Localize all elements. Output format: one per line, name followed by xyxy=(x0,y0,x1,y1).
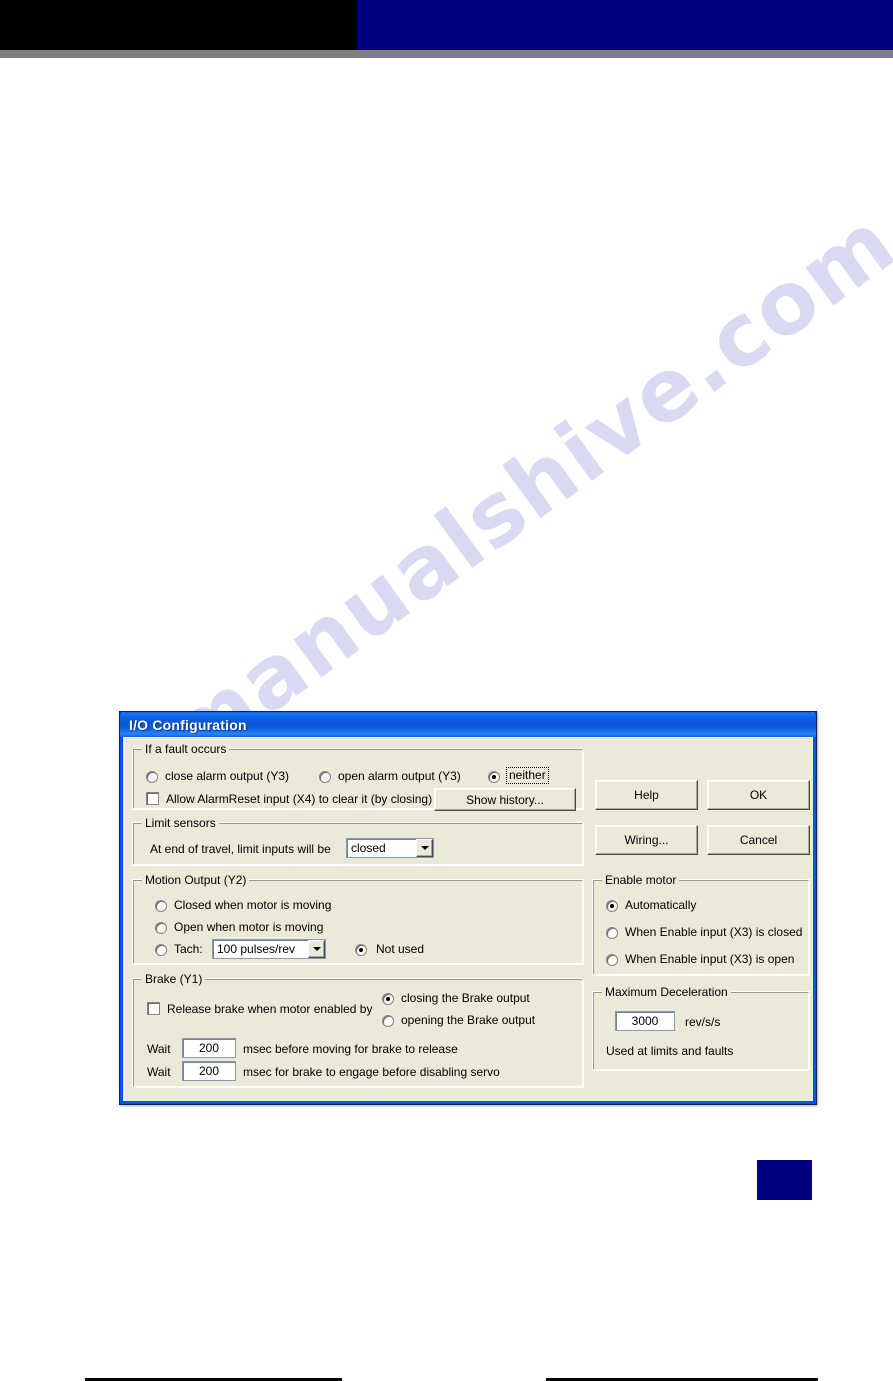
radio-close-alarm-output[interactable] xyxy=(146,771,158,783)
header-black-block xyxy=(0,0,357,50)
max-deceleration-input[interactable]: 3000 xyxy=(615,1011,675,1031)
max-deceleration-group: Maximum Deceleration 3000 rev/s/s Used a… xyxy=(592,985,810,1071)
radio-opening-brake-output[interactable] xyxy=(382,1015,394,1027)
radio-closing-brake-output[interactable] xyxy=(382,993,394,1005)
fault-group-title: If a fault occurs xyxy=(142,742,230,756)
label-close-alarm-output: close alarm output (Y3) xyxy=(165,769,290,783)
radio-open-when-moving[interactable] xyxy=(155,922,167,934)
wiring-button[interactable]: Wiring... xyxy=(595,825,698,855)
limit-inputs-select[interactable]: closed xyxy=(346,838,434,858)
max-deceleration-value: 3000 xyxy=(631,1014,659,1028)
label-release-brake: Release brake when motor enabled by xyxy=(167,1002,373,1016)
page-header-band xyxy=(0,0,893,50)
tach-pulses-select[interactable]: 100 pulses/rev xyxy=(212,939,326,959)
wait-engage-input[interactable]: 200 xyxy=(182,1061,236,1081)
brake-group: Brake (Y1) Release brake when motor enab… xyxy=(132,972,584,1088)
dialog-body: If a fault occurs close alarm output (Y3… xyxy=(123,737,813,1101)
checkbox-release-brake[interactable] xyxy=(147,1002,160,1015)
label-closed-when-moving: Closed when motor is moving xyxy=(174,898,332,912)
brake-group-title: Brake (Y1) xyxy=(142,972,206,986)
radio-not-used[interactable] xyxy=(355,944,367,956)
label-max-deceleration-units: rev/s/s xyxy=(685,1015,721,1029)
label-enable-automatically: Automatically xyxy=(625,898,697,912)
radio-tach[interactable] xyxy=(155,944,167,956)
motion-output-group: Motion Output (Y2) Closed when motor is … xyxy=(132,873,584,965)
label-enable-input-open: When Enable input (X3) is open xyxy=(625,952,795,966)
label-wait-engage-suffix: msec for brake to engage before disablin… xyxy=(243,1065,500,1079)
header-blue-block xyxy=(357,0,893,50)
io-configuration-dialog: I/O Configuration If a fault occurs clos… xyxy=(119,711,817,1105)
label-wait-release-prefix: Wait xyxy=(147,1042,171,1056)
label-neither: neither xyxy=(509,768,546,782)
label-closing-brake-output: closing the Brake output xyxy=(401,991,530,1005)
header-gray-rule xyxy=(0,50,893,58)
radio-open-alarm-output[interactable] xyxy=(319,771,331,783)
show-history-button[interactable]: Show history... xyxy=(434,788,576,811)
checkbox-allow-alarmreset[interactable] xyxy=(146,792,159,805)
radio-neither[interactable] xyxy=(488,771,500,783)
focus-ring-neither: neither xyxy=(506,767,549,784)
radio-closed-when-moving[interactable] xyxy=(155,900,167,912)
label-allow-alarmreset: Allow AlarmReset input (X4) to clear it … xyxy=(166,792,433,806)
max-deceleration-title: Maximum Deceleration xyxy=(602,985,731,999)
enable-motor-group: Enable motor Automatically When Enable i… xyxy=(592,873,810,976)
label-open-alarm-output: open alarm output (Y3) xyxy=(338,769,461,783)
wait-release-input[interactable]: 200 xyxy=(182,1038,236,1058)
dialog-title: I/O Configuration xyxy=(129,716,247,733)
label-not-used: Not used xyxy=(376,942,425,956)
page-watermark: manualshive.com xyxy=(105,192,893,788)
label-open-when-moving: Open when motor is moving xyxy=(174,920,324,934)
wait-release-value: 200 xyxy=(198,1041,220,1055)
limit-sensors-group: Limit sensors At end of travel, limit in… xyxy=(132,816,584,866)
label-wait-engage-prefix: Wait xyxy=(147,1065,171,1079)
page-footer xyxy=(0,1140,893,1381)
ok-button[interactable]: OK xyxy=(707,780,810,810)
radio-enable-input-closed[interactable] xyxy=(606,927,618,939)
radio-enable-input-open[interactable] xyxy=(606,954,618,966)
label-wait-release-suffix: msec before moving for brake to release xyxy=(243,1042,458,1056)
tach-pulses-value: 100 pulses/rev xyxy=(217,942,296,956)
label-opening-brake-output: opening the Brake output xyxy=(401,1013,536,1027)
label-enable-input-closed: When Enable input (X3) is closed xyxy=(625,925,803,939)
help-button[interactable]: Help xyxy=(595,780,698,810)
enable-motor-title: Enable motor xyxy=(602,873,680,887)
label-limit-inputs: At end of travel, limit inputs will be xyxy=(150,842,331,856)
limit-sensors-title: Limit sensors xyxy=(142,816,219,830)
radio-enable-automatically[interactable] xyxy=(606,900,618,912)
wait-engage-value: 200 xyxy=(198,1064,220,1078)
limit-inputs-value: closed xyxy=(351,841,386,855)
chevron-down-icon[interactable] xyxy=(416,839,433,857)
cancel-button[interactable]: Cancel xyxy=(707,825,810,855)
motion-output-title: Motion Output (Y2) xyxy=(142,873,250,887)
label-tach: Tach: xyxy=(174,942,203,956)
label-max-deceleration-note: Used at limits and faults xyxy=(606,1044,734,1058)
dialog-titlebar[interactable]: I/O Configuration xyxy=(120,712,816,737)
fault-group: If a fault occurs close alarm output (Y3… xyxy=(132,742,584,811)
footer-page-number-block xyxy=(757,1160,812,1200)
chevron-down-icon[interactable] xyxy=(308,940,325,958)
